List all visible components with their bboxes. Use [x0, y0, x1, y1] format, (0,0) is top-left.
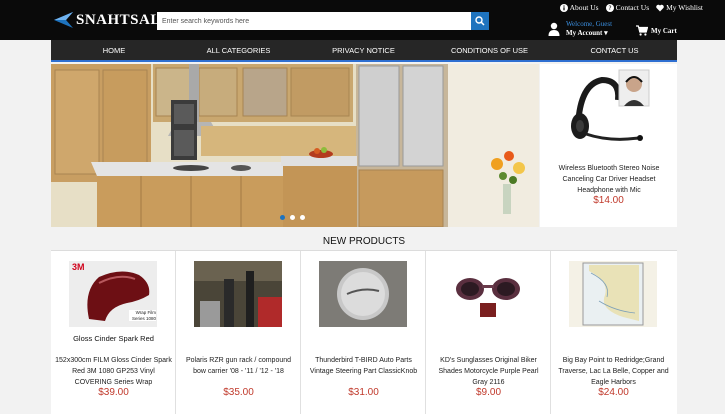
wishlist-link[interactable]: My Wishlist [656, 3, 703, 12]
slider-dot-1[interactable] [280, 215, 285, 220]
product-title[interactable]: Big Bay Point to Redridge;Grand Traverse… [555, 355, 672, 388]
search-icon [475, 16, 485, 26]
product-image[interactable]: 3M Wrap Film Series 1080 [69, 261, 157, 327]
product-price: $24.00 [598, 387, 629, 398]
headset-image [571, 69, 650, 141]
hero-banner[interactable] [51, 64, 539, 227]
product-price: $35.00 [223, 387, 254, 398]
about-us-link[interactable]: About Us [559, 3, 599, 12]
site-header: SNAHTSALE About Us ? Contact Us My Wishl… [0, 0, 725, 40]
product-title[interactable]: KD's Sunglasses Original Biker Shades Mo… [430, 355, 547, 388]
heart-icon [656, 4, 664, 11]
kitchen-image [51, 64, 539, 227]
product-card[interactable]: Big Bay Point to Redridge;Grand Traverse… [551, 251, 676, 414]
help-icon: ? [605, 3, 614, 12]
slider-dot-2[interactable] [290, 215, 295, 220]
product-image[interactable] [319, 261, 407, 327]
product-price: $39.00 [98, 387, 129, 398]
logo-arrow-icon [54, 12, 73, 28]
svg-text:?: ? [608, 5, 611, 12]
nav-item-all-categories[interactable]: ALL CATEGORIES [177, 40, 300, 60]
cart-button[interactable]: My Cart [636, 25, 677, 36]
new-products-heading: NEW PRODUCTS [322, 236, 406, 247]
chevron-down-icon: ▾ [604, 29, 608, 37]
product-grid: 3M Wrap Film Series 1080 Gloss Cinder Sp… [51, 251, 677, 414]
gun-rack-image [194, 261, 282, 327]
my-account-label: My Account [566, 29, 603, 37]
welcome-text: Welcome, Guest [566, 20, 613, 28]
product-card[interactable]: Thunderbird T-BIRD Auto Parts Vintage St… [301, 251, 426, 414]
slider-dots [280, 215, 305, 220]
contact-us-link[interactable]: ? Contact Us [605, 3, 650, 12]
product-card[interactable]: 3M Wrap Film Series 1080 Gloss Cinder Sp… [51, 251, 176, 414]
contact-us-label: Contact Us [615, 3, 650, 12]
sunglasses-image [444, 261, 532, 327]
nav-item-privacy-notice[interactable]: PRIVACY NOTICE [300, 40, 427, 60]
wishlist-label: My Wishlist [666, 3, 703, 12]
featured-product[interactable]: Wireless Bluetooth Stereo Noise Cancelin… [540, 64, 677, 227]
featured-product-title[interactable]: Wireless Bluetooth Stereo Noise Cancelin… [548, 163, 670, 196]
product-price: $31.00 [348, 387, 379, 398]
product-title[interactable]: Thunderbird T-BIRD Auto Parts Vintage St… [305, 355, 422, 377]
brand-3m: 3M [72, 262, 85, 272]
steering-knob-image [319, 261, 407, 327]
product-image[interactable] [569, 261, 657, 327]
product-card[interactable]: KD's Sunglasses Original Biker Shades Mo… [426, 251, 551, 414]
product-price: $9.00 [475, 387, 502, 398]
featured-product-price: $14.00 [593, 195, 624, 206]
nav-item-contact-us[interactable]: CONTACT US [552, 40, 677, 60]
product-image[interactable] [444, 261, 532, 327]
nav-item-home[interactable]: HOME [51, 40, 177, 60]
product-image[interactable] [194, 261, 282, 327]
product-card[interactable]: Polaris RZR gun rack / compound bow carr… [176, 251, 301, 414]
main-nav: HOME ALL CATEGORIES PRIVACY NOTICE CONDI… [51, 40, 677, 62]
info-icon [559, 3, 568, 12]
product-title[interactable]: 152x300cm FILM Gloss Cinder Spark Red 3M… [55, 355, 172, 388]
search-input[interactable] [157, 12, 471, 30]
user-icon [548, 22, 560, 36]
slider-dot-3[interactable] [300, 215, 305, 220]
image-caption: Gloss Cinder Spark Red [73, 334, 154, 343]
search-button[interactable] [471, 12, 489, 30]
top-links: About Us ? Contact Us My Wishlist [559, 3, 703, 12]
site-logo[interactable]: SNAHTSALE [52, 9, 171, 31]
cart-label: My Cart [651, 26, 677, 35]
wrap-film-tag: Wrap Film Series 1080 [129, 310, 156, 321]
cart-icon [636, 25, 648, 36]
product-title[interactable]: Polaris RZR gun rack / compound bow carr… [180, 355, 297, 377]
nav-item-conditions-of-use[interactable]: CONDITIONS OF USE [427, 40, 552, 60]
account-menu[interactable]: Welcome, Guest My Account ▾ [548, 20, 612, 38]
about-us-label: About Us [569, 3, 599, 12]
nautical-chart-image [569, 261, 657, 327]
